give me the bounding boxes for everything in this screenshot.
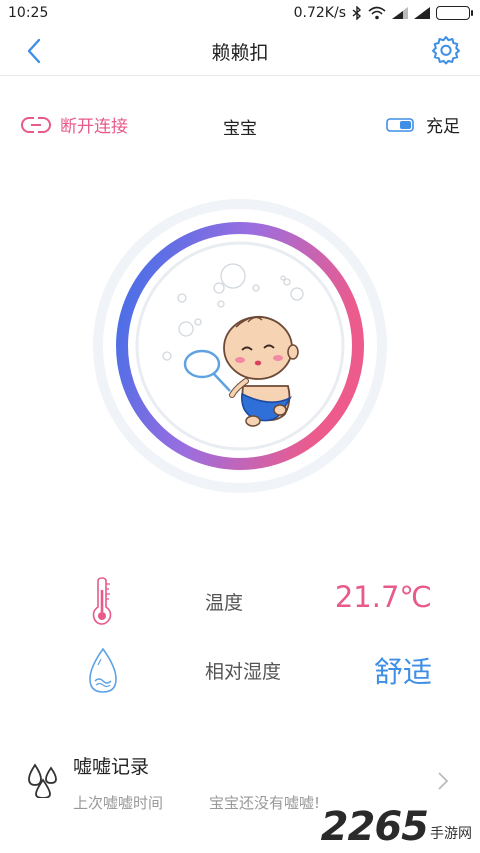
water-drops-icon xyxy=(28,763,57,798)
disconnect-button[interactable]: 断开连接 xyxy=(20,112,128,137)
watermark-number: 2265 xyxy=(320,804,429,850)
thermometer-icon xyxy=(92,577,112,625)
last-pee-value: 宝宝还没有嘘嘘! xyxy=(209,794,321,812)
signal-icon xyxy=(392,7,408,19)
status-time: 10:25 xyxy=(8,5,49,21)
toggle-battery-icon xyxy=(386,117,414,132)
network-speed: 0.72K/s xyxy=(293,5,346,21)
gear-icon[interactable] xyxy=(430,34,462,66)
status-icons: 0.72K/s xyxy=(293,5,473,21)
page-title: 赖赖扣 xyxy=(211,42,269,64)
watermark-logo: 2265 手游网 xyxy=(321,807,472,847)
humidity-row: 相对湿度 舒适 xyxy=(0,641,480,701)
water-drop-icon xyxy=(89,647,117,693)
battery-icon xyxy=(436,6,473,20)
status-bar: 10:25 0.72K/s xyxy=(0,0,480,28)
link-icon xyxy=(21,115,51,134)
temperature-value: 21.7℃ xyxy=(334,580,432,614)
humidity-label: 相对湿度 xyxy=(205,661,282,683)
device-battery-status: 充足 xyxy=(386,112,460,137)
last-pee-label: 上次嘘嘘时间 xyxy=(73,794,164,812)
signal-icon xyxy=(414,7,430,19)
device-row: 断开连接 宝宝 充足 xyxy=(0,108,480,142)
bluetooth-icon xyxy=(352,6,362,20)
temperature-row: 温度 21.7℃ xyxy=(0,572,480,632)
watermark-text: 手游网 xyxy=(430,826,472,842)
baby-name: 宝宝 xyxy=(223,119,257,139)
humidity-value: 舒适 xyxy=(373,655,432,689)
battery-label: 充足 xyxy=(426,117,460,137)
nav-bar: 赖赖扣 xyxy=(0,28,480,76)
temperature-label: 温度 xyxy=(205,592,244,614)
status-gauge xyxy=(93,199,387,493)
chevron-right-icon xyxy=(438,772,449,790)
wifi-icon xyxy=(368,6,386,20)
disconnect-label: 断开连接 xyxy=(60,117,128,137)
pee-record-title: 嘘嘘记录 xyxy=(73,756,150,778)
